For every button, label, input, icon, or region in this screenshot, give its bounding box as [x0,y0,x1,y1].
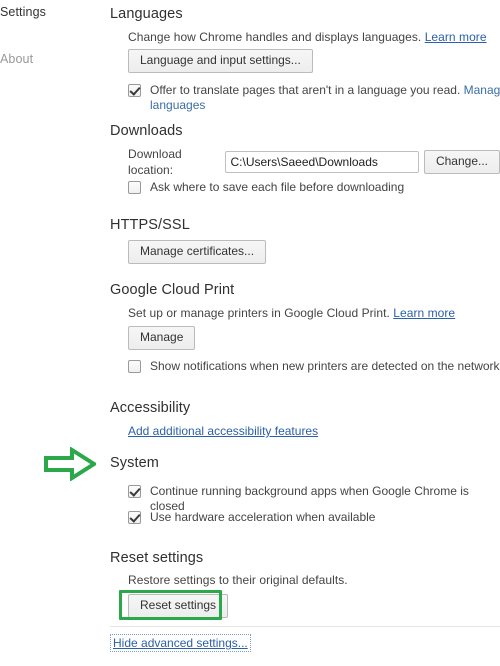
hardware-acceleration-checkbox[interactable] [128,511,141,524]
section-cloud-print-title: Google Cloud Print [110,282,235,298]
language-input-settings-row: Language and input settings... [128,49,313,73]
add-accessibility-features-link[interactable]: Add additional accessibility features [128,424,318,438]
language-and-input-settings-button[interactable]: Language and input settings... [128,49,313,73]
footer-divider [110,626,500,627]
cloud-print-manage-row: Manage [128,326,196,350]
offer-translate-label-group: Offer to translate pages that aren't in … [150,83,500,113]
change-download-location-button[interactable]: Change... [423,150,500,174]
hide-advanced-settings-row: Hide advanced settings... [110,634,251,652]
section-https-ssl-title: HTTPS/SSL [110,217,190,233]
hardware-acceleration-row: Use hardware acceleration when available [128,510,375,525]
languages-description: Change how Chrome handles and displays l… [128,30,422,44]
manage-cloud-print-button[interactable]: Manage [128,326,196,350]
download-location-label: Download location: [128,147,182,177]
hardware-acceleration-label: Use hardware acceleration when available [150,510,376,524]
cloud-print-description: Set up or manage printers in Google Clou… [128,306,390,320]
offer-translate-checkbox[interactable] [128,84,141,97]
section-system-title: System [110,455,159,471]
ask-where-to-save-label: Ask where to save each file before downl… [150,180,405,194]
ask-where-to-save-row: Ask where to save each file before downl… [128,180,404,195]
printer-notifications-row: Show notifications when new printers are… [128,359,500,374]
languages-learn-more-link[interactable]: Learn more [425,30,487,44]
chrome-settings-page: Settings About Languages Change how Chro… [0,0,500,666]
sidebar-item-about[interactable]: About [0,52,110,66]
offer-translate-checkbox-row: Offer to translate pages that aren't in … [128,83,500,113]
printer-notifications-label: Show notifications when new printers are… [150,359,500,373]
download-location-row: Download location: Change... [128,146,500,178]
section-downloads-title: Downloads [110,123,183,139]
printer-notifications-checkbox[interactable] [128,360,141,373]
download-location-input[interactable] [224,151,419,173]
ask-where-to-save-checkbox[interactable] [128,181,141,194]
green-arrow-annotation-icon [44,446,98,486]
hide-advanced-settings-link[interactable]: Hide advanced settings... [110,634,251,652]
offer-translate-label: Offer to translate pages that aren't in … [150,83,461,97]
reset-settings-highlight-box [119,590,222,620]
accessibility-link-row: Add additional accessibility features [128,422,318,440]
section-accessibility-title: Accessibility [110,400,191,416]
cloud-print-description-row: Set up or manage printers in Google Clou… [128,305,498,321]
background-apps-checkbox[interactable] [128,485,141,498]
section-languages-title: Languages [110,6,183,22]
cloud-print-learn-more-link[interactable]: Learn more [393,306,455,320]
reset-description: Restore settings to their original defau… [128,573,348,587]
sidebar: Settings About [0,0,110,666]
manage-certificates-button[interactable]: Manage certificates... [128,240,267,264]
languages-description-row: Change how Chrome handles and displays l… [128,29,498,45]
section-reset-title: Reset settings [110,550,204,566]
sidebar-item-settings[interactable]: Settings [0,5,110,19]
manage-certificates-row: Manage certificates... [128,240,267,264]
